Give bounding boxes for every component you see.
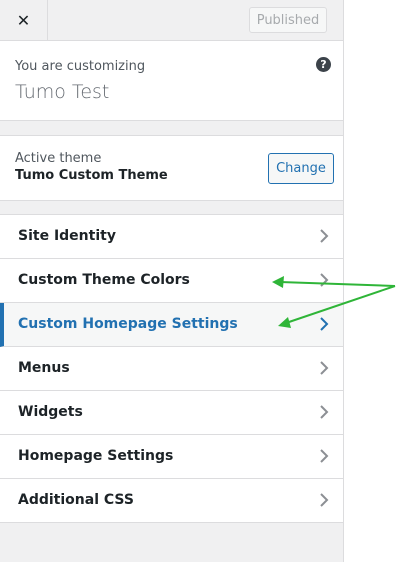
- customizer-header: ✕ Published: [0, 0, 343, 41]
- section-label: Custom Homepage Settings: [18, 316, 238, 332]
- chevron-right-icon: [320, 405, 329, 419]
- close-button[interactable]: ✕: [0, 0, 48, 40]
- chevron-right-icon: [320, 493, 329, 507]
- chevron-right-icon: [320, 361, 329, 375]
- section-list: Site Identity Custom Theme Colors Custom…: [0, 214, 343, 523]
- active-theme-label: Active theme: [15, 151, 102, 166]
- section-custom-homepage-settings[interactable]: Custom Homepage Settings: [0, 303, 343, 347]
- chevron-right-icon: [320, 273, 329, 287]
- active-theme-name: Tumo Custom Theme: [15, 168, 168, 183]
- section-label: Site Identity: [18, 228, 116, 244]
- section-label: Menus: [18, 360, 70, 376]
- close-icon: ✕: [16, 10, 31, 30]
- site-title: Tumo Test: [15, 81, 110, 103]
- section-homepage-settings[interactable]: Homepage Settings: [0, 435, 343, 479]
- section-custom-theme-colors[interactable]: Custom Theme Colors: [0, 259, 343, 303]
- section-label: Widgets: [18, 404, 83, 420]
- customizer-panel: ✕ Published You are customizing Tumo Tes…: [0, 0, 344, 562]
- customizing-info: You are customizing Tumo Test ?: [0, 41, 343, 121]
- chevron-right-icon: [320, 229, 329, 243]
- section-label: Homepage Settings: [18, 448, 174, 464]
- section-site-identity[interactable]: Site Identity: [0, 215, 343, 259]
- customizing-subtitle: You are customizing: [15, 59, 146, 74]
- section-menus[interactable]: Menus: [0, 347, 343, 391]
- help-icon[interactable]: ?: [316, 57, 331, 72]
- section-label: Custom Theme Colors: [18, 272, 190, 288]
- section-label: Additional CSS: [18, 492, 134, 508]
- section-additional-css[interactable]: Additional CSS: [0, 479, 343, 523]
- chevron-right-icon: [320, 317, 329, 331]
- chevron-right-icon: [320, 449, 329, 463]
- section-widgets[interactable]: Widgets: [0, 391, 343, 435]
- published-button[interactable]: Published: [249, 7, 327, 33]
- active-theme-box: Active theme Tumo Custom Theme Change: [0, 135, 343, 201]
- change-theme-button[interactable]: Change: [268, 153, 334, 184]
